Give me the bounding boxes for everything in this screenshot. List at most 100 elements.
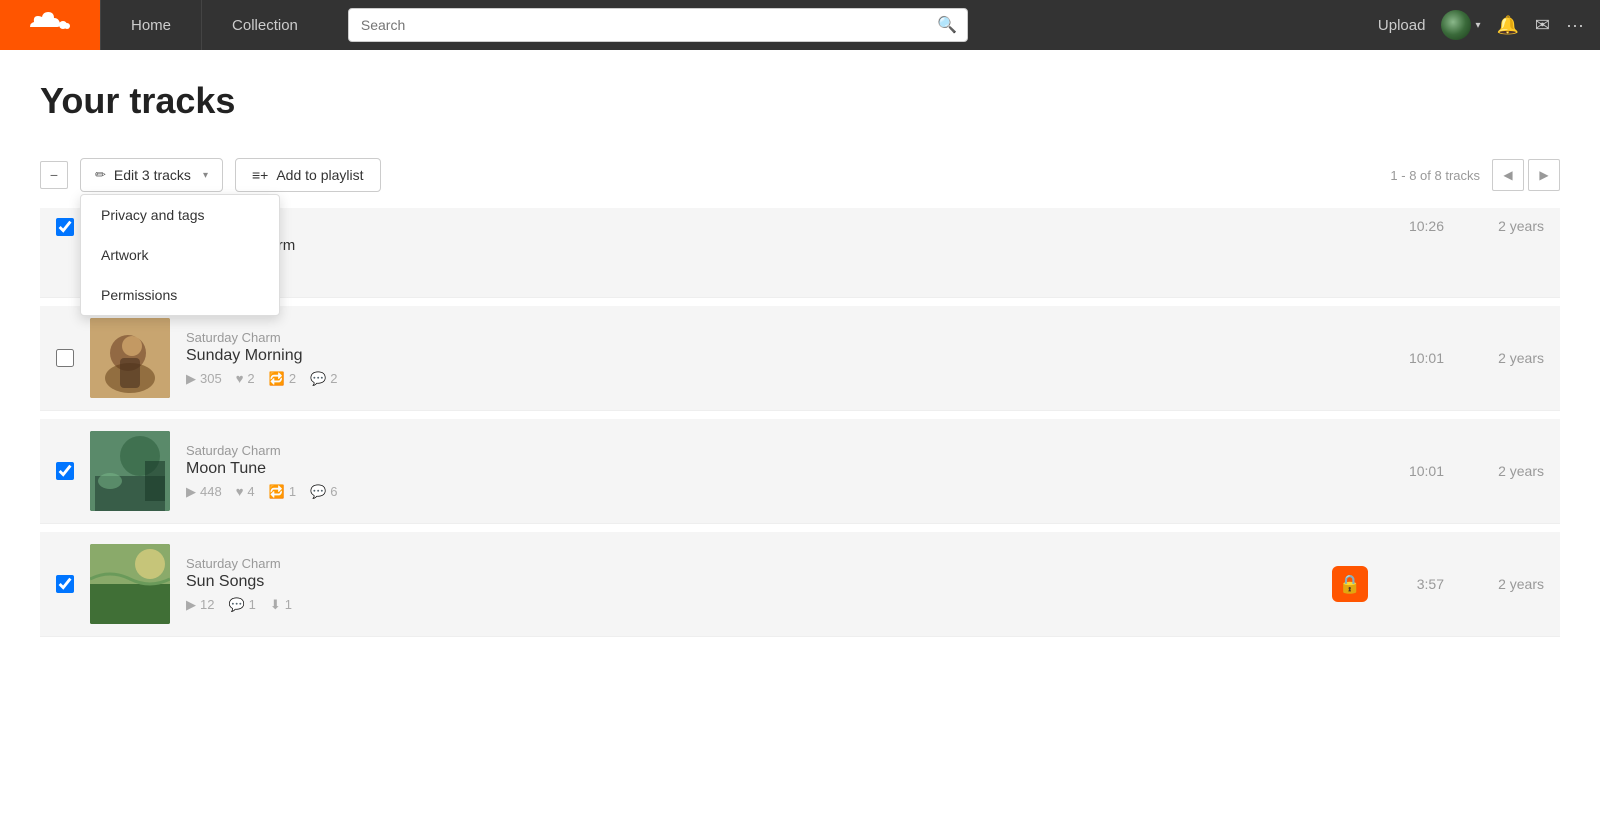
notifications-bell-icon[interactable]: 🔔 — [1497, 15, 1519, 36]
mail-icon[interactable]: ✉ — [1535, 15, 1550, 36]
track-artist: Saturday Charm — [186, 556, 1332, 571]
heart-icon: ♥ — [236, 484, 244, 499]
track-thumbnail — [90, 318, 170, 398]
track-thumbnail — [90, 431, 170, 511]
comment-count: 2 — [330, 371, 337, 386]
repost-stat: 🔁 2 — [269, 371, 296, 387]
logo[interactable] — [0, 0, 100, 50]
comment-stat: 💬 1 — [228, 597, 255, 613]
avatar — [1441, 10, 1471, 40]
track-thumbnail — [90, 544, 170, 624]
comment-stat: 💬 2 — [310, 371, 337, 387]
play-icon: ▶ — [186, 597, 196, 613]
next-page-button[interactable]: ▶ — [1528, 159, 1560, 191]
comment-icon: 💬 — [310, 484, 326, 500]
search-area: 🔍 — [328, 8, 1362, 42]
header: Home Collection 🔍 Upload ▾ 🔔 ✉ ··· — [0, 0, 1600, 50]
track-title: Saturday Charm — [186, 237, 1384, 254]
header-right: Upload ▾ 🔔 ✉ ··· — [1362, 10, 1600, 40]
play-stat: ▶ 305 — [186, 371, 222, 387]
soundcloud-logo-icon — [30, 9, 70, 41]
artwork-item[interactable]: Artwork — [81, 235, 279, 275]
track-age: 2 years — [1464, 463, 1544, 479]
track-stats: ▶ 12 💬 1 ⬇ 1 — [186, 597, 1332, 613]
play-icon: ▶ — [186, 371, 196, 387]
track-duration: 10:01 — [1384, 350, 1444, 366]
track-age: 2 years — [1464, 218, 1544, 234]
table-row: Saturday Charm Sun Songs ▶ 12 💬 1 ⬇ 1 — [40, 532, 1560, 637]
track-stats: 🔁 1 💬 5 — [186, 260, 1384, 276]
track-checkbox[interactable] — [56, 218, 74, 236]
track-title: Sunday Morning — [186, 347, 1384, 365]
track-stats: ▶ 305 ♥ 2 🔁 2 💬 2 — [186, 371, 1384, 387]
repost-count: 1 — [289, 484, 296, 499]
search-box: 🔍 — [348, 8, 968, 42]
search-button[interactable]: 🔍 — [927, 9, 967, 41]
edit-tracks-button[interactable]: ✏ Edit 3 tracks ▾ — [80, 158, 223, 192]
search-input[interactable] — [349, 11, 927, 39]
table-row: Saturday Charm Sunday Morning ▶ 305 ♥ 2 … — [40, 306, 1560, 411]
comment-count: 6 — [330, 484, 337, 499]
download-icon: ⬇ — [270, 597, 281, 613]
track-duration: 10:01 — [1384, 463, 1444, 479]
comment-stat: 💬 6 — [310, 484, 337, 500]
play-count: 305 — [200, 371, 222, 386]
edit-tracks-label: Edit 3 tracks — [114, 167, 191, 183]
prev-page-button[interactable]: ◀ — [1492, 159, 1524, 191]
heart-icon: ♥ — [236, 371, 244, 386]
track-count: 1 - 8 of 8 tracks — [1390, 168, 1480, 183]
track-stats: ▶ 448 ♥ 4 🔁 1 💬 6 — [186, 484, 1384, 500]
add-to-playlist-button[interactable]: ≡+ Add to playlist — [235, 158, 381, 192]
avatar-dropdown[interactable]: ▾ — [1441, 10, 1480, 40]
edit-dropdown-menu: Privacy and tags Artwork Permissions — [80, 194, 280, 316]
chevron-down-icon: ▾ — [203, 170, 208, 181]
collapse-button[interactable]: − — [40, 161, 68, 189]
lock-icon: 🔒 — [1339, 574, 1361, 595]
nav-home[interactable]: Home — [100, 0, 201, 50]
chevron-down-icon: ▾ — [1475, 20, 1480, 31]
play-icon: ▶ — [186, 484, 196, 500]
play-count: 448 — [200, 484, 222, 499]
track-age: 2 years — [1464, 350, 1544, 366]
like-count: 4 — [247, 484, 254, 499]
repost-icon: 🔁 — [269, 371, 285, 387]
comment-icon: 💬 — [228, 597, 244, 613]
track-artist: Saturday Charm — [186, 443, 1384, 458]
page-title: Your tracks — [40, 80, 1560, 122]
track-info: Saturday Charm Sun Songs ▶ 12 💬 1 ⬇ 1 — [186, 556, 1332, 613]
track-duration: 10:26 — [1384, 218, 1444, 234]
track-duration: 3:57 — [1384, 576, 1444, 592]
repost-count: 2 — [289, 371, 296, 386]
privacy-tags-item[interactable]: Privacy and tags — [81, 195, 279, 235]
play-stat: ▶ 12 — [186, 597, 214, 613]
permissions-item[interactable]: Permissions — [81, 275, 279, 315]
main-content: Your tracks − ✏ Edit 3 tracks ▾ Privacy … — [0, 50, 1600, 667]
play-count: 12 — [200, 597, 214, 612]
table-row: Saturday Charm Moon Tune ▶ 448 ♥ 4 🔁 1 — [40, 419, 1560, 524]
play-stat: ▶ 448 — [186, 484, 222, 500]
download-count: 1 — [285, 597, 292, 612]
track-info: Saturday Charm Sunday Morning ▶ 305 ♥ 2 … — [186, 330, 1384, 387]
upload-button[interactable]: Upload — [1378, 17, 1426, 34]
track-info: Saturday Charm Saturday Charm 🔁 1 💬 5 — [186, 218, 1384, 276]
like-stat: ♥ 2 — [236, 371, 255, 386]
track-checkbox[interactable] — [56, 462, 74, 480]
repost-icon: 🔁 — [269, 484, 285, 500]
track-info: Saturday Charm Moon Tune ▶ 448 ♥ 4 🔁 1 — [186, 443, 1384, 500]
track-artist: Saturday Charm — [186, 220, 1384, 235]
like-count: 2 — [247, 371, 254, 386]
track-title: Moon Tune — [186, 460, 1384, 478]
private-lock-badge: 🔒 — [1332, 566, 1368, 602]
avatar-image — [1441, 10, 1471, 40]
comment-icon: 💬 — [310, 371, 326, 387]
pencil-icon: ✏ — [95, 167, 106, 183]
track-checkbox[interactable] — [56, 349, 74, 367]
repost-stat: 🔁 1 — [269, 484, 296, 500]
comment-count: 1 — [249, 597, 256, 612]
download-stat: ⬇ 1 — [270, 597, 292, 613]
track-artist: Saturday Charm — [186, 330, 1384, 345]
more-options-icon[interactable]: ··· — [1566, 15, 1584, 36]
toolbar: − ✏ Edit 3 tracks ▾ Privacy and tags Art… — [40, 158, 1560, 192]
nav-collection[interactable]: Collection — [201, 0, 328, 50]
track-checkbox[interactable] — [56, 575, 74, 593]
